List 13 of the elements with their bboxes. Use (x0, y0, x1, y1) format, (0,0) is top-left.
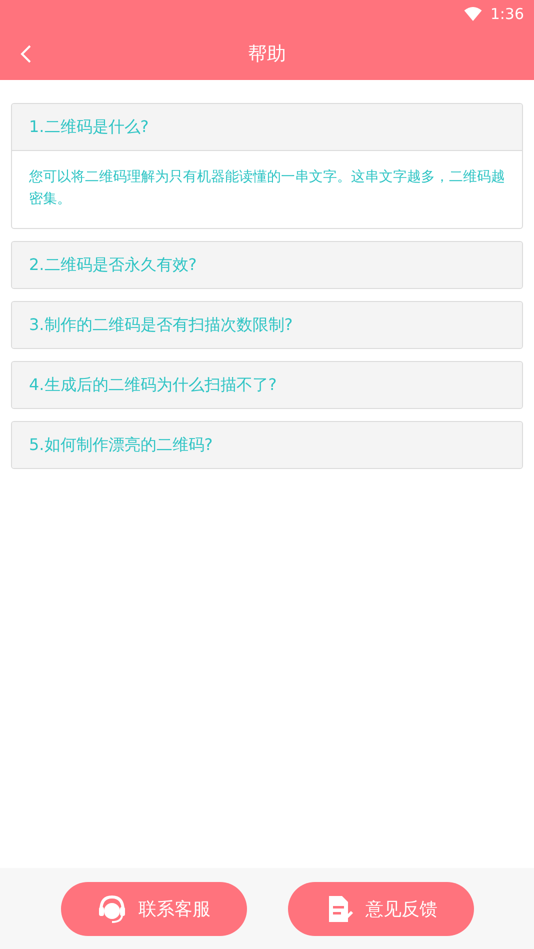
faq-question[interactable]: 2.二维码是否永久有效? (12, 242, 522, 288)
faq-question[interactable]: 4.生成后的二维码为什么扫描不了? (12, 362, 522, 408)
contact-service-button[interactable]: 联系客服 (60, 882, 246, 936)
faq-question[interactable]: 3.制作的二维码是否有扫描次数限制? (12, 302, 522, 348)
faq-question[interactable]: 5.如何制作漂亮的二维码? (12, 422, 522, 468)
page-title: 帮助 (248, 42, 286, 67)
faq-answer: 您可以将二维码理解为只有机器能读懂的一串文字。这串文字越多，二维码越密集。 (28, 168, 506, 209)
status-time: 1:36 (490, 5, 524, 23)
faq-question[interactable]: 1.二维码是什么? (12, 104, 522, 151)
wifi-icon (464, 7, 482, 21)
back-icon[interactable] (20, 44, 32, 64)
feedback-button[interactable]: 意见反馈 (288, 882, 474, 936)
headset-icon (96, 894, 126, 924)
